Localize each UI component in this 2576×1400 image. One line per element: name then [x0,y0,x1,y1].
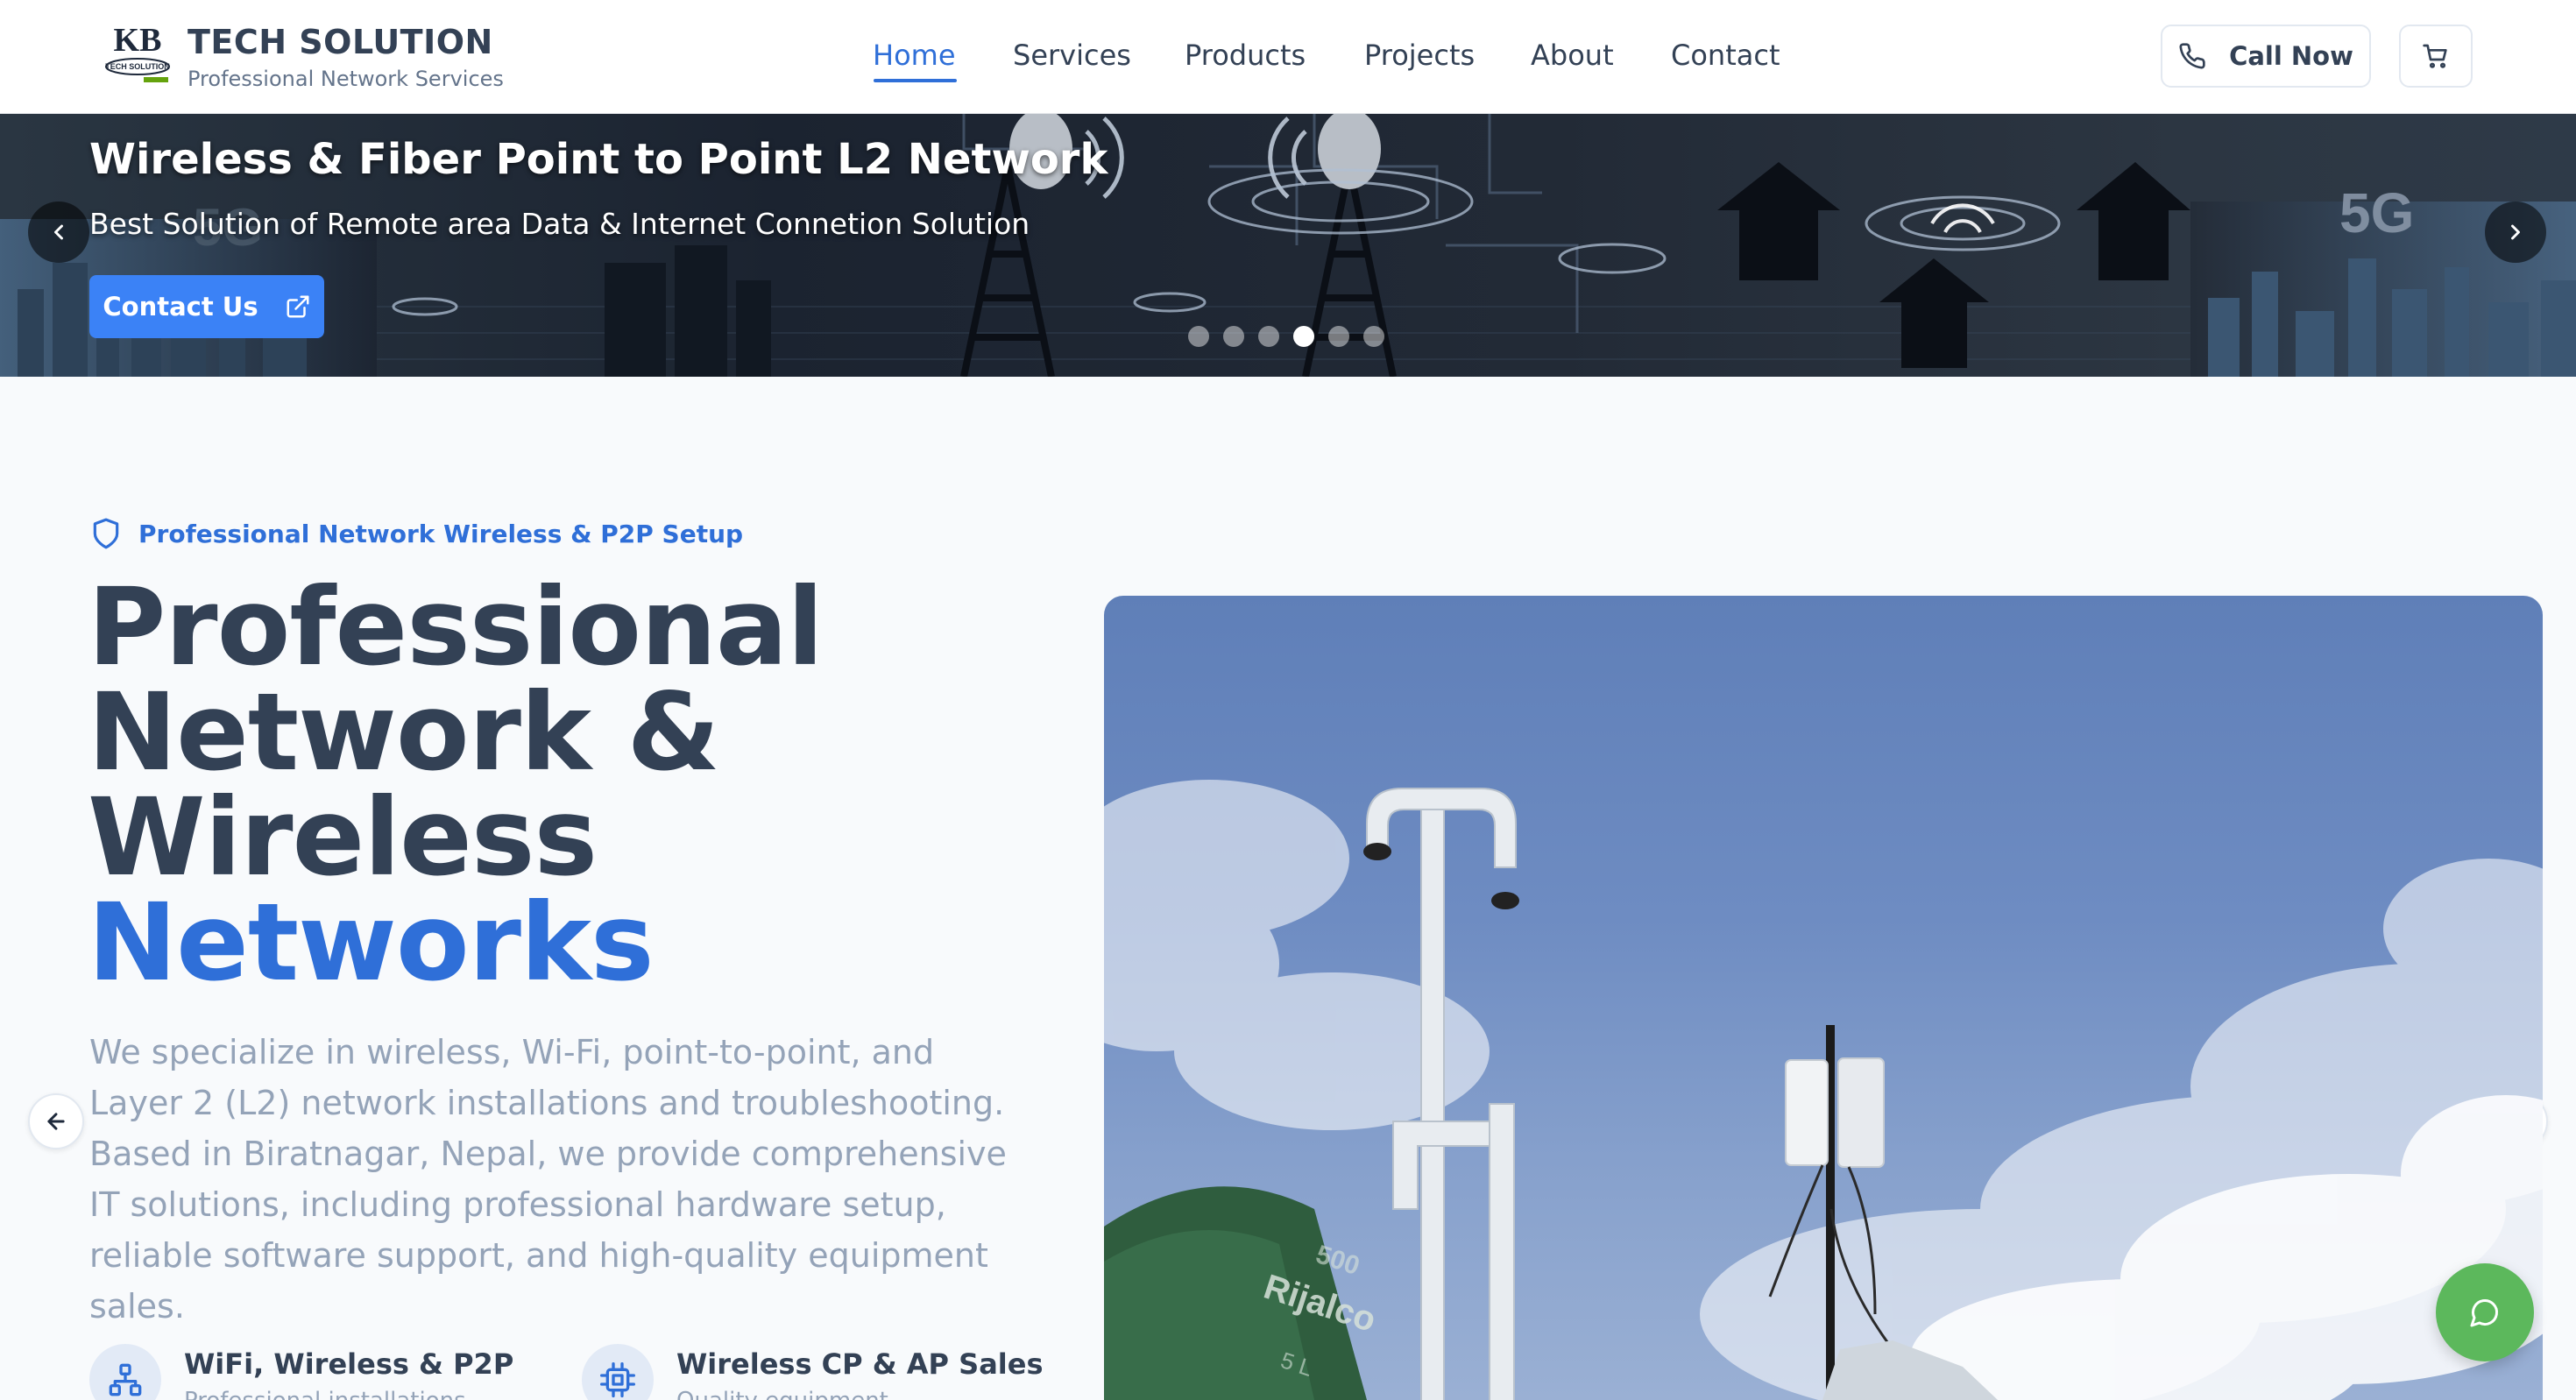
hero-prev-button[interactable] [28,1093,84,1149]
carousel-dot[interactable] [1328,326,1349,347]
hero-title-accent: Networks [88,880,655,1005]
hero-description: We specialize in wireless, Wi-Fi, point-… [89,1033,1007,1326]
hero-title: Professional Network & Wireless Networks [88,565,1051,1005]
feature-title: Wireless CP & AP Sales [676,1347,1044,1381]
carousel-dot[interactable] [1223,326,1244,347]
carousel-dot[interactable] [1188,326,1209,347]
nav-products[interactable]: Products [1185,39,1306,72]
feature-icon-wrap [89,1344,161,1400]
nav-active-indicator [874,79,957,82]
chat-button[interactable] [2436,1263,2534,1361]
contact-us-button[interactable]: Contact Us [89,275,324,338]
carousel-dot[interactable] [1258,326,1279,347]
antenna-installation-image: Rijalco 500 5 L [1104,780,2543,1400]
nav-contact[interactable]: Contact [1671,39,1780,72]
arrow-left-icon [47,1113,65,1130]
phone-icon [2179,43,2205,69]
site-header: KB TECH SOLUTION TECH SOLUTION Professio… [0,0,2576,114]
banner-title: Wireless & Fiber Point to Point L2 Netwo… [89,135,1108,184]
chat-bubble-icon [2470,1298,2499,1327]
chevron-right-icon [2511,224,2520,240]
hero-title-line: Wireless [88,775,598,900]
feature-wifi-p2p[interactable]: WiFi, Wireless & P2P Professional instal… [89,1344,513,1400]
nav-projects[interactable]: Projects [1364,39,1475,72]
contact-us-label: Contact Us [103,292,258,322]
chip-icon [600,1362,635,1397]
external-link-icon [287,295,309,318]
banner-prev-button[interactable] [28,202,89,263]
nav-about[interactable]: About [1531,39,1614,72]
feature-subtitle: Quality equipment [676,1388,1044,1400]
nav-home[interactable]: Home [873,39,956,72]
cart-button[interactable] [2399,25,2473,88]
hero-banner-carousel: 5G 5G Wireless & Fiber Point to Point L2… [0,114,2576,377]
nav-services[interactable]: Services [1013,39,1131,72]
feature-icon-wrap [582,1344,654,1400]
hero-title-line: Network & [88,670,720,795]
feature-cp-ap-sales[interactable]: Wireless CP & AP Sales Quality equipment [582,1344,1044,1400]
cart-icon [2423,44,2447,68]
svg-text:5G: 5G [2339,181,2414,244]
hero-tag: Professional Network Wireless & P2P Setu… [89,517,743,550]
hero-tag-label: Professional Network Wireless & P2P Setu… [138,519,744,548]
shield-icon [93,518,119,549]
hero-title-line: Professional [88,565,824,689]
carousel-dots [1188,326,1384,347]
hero-photo-antenna: Rijalco 500 5 L [1104,596,2543,1400]
carousel-dot-active[interactable] [1293,326,1314,347]
call-now-button[interactable]: Call Now [2161,25,2371,88]
feature-subtitle: Professional installations [184,1388,513,1400]
banner-next-button[interactable] [2485,202,2546,263]
feature-title: WiFi, Wireless & P2P [184,1347,514,1381]
carousel-dot[interactable] [1363,326,1384,347]
banner-subtitle: Best Solution of Remote area Data & Inte… [89,207,1030,241]
call-now-label: Call Now [2229,41,2353,71]
network-icon [109,1363,142,1396]
chevron-left-icon [54,224,63,240]
